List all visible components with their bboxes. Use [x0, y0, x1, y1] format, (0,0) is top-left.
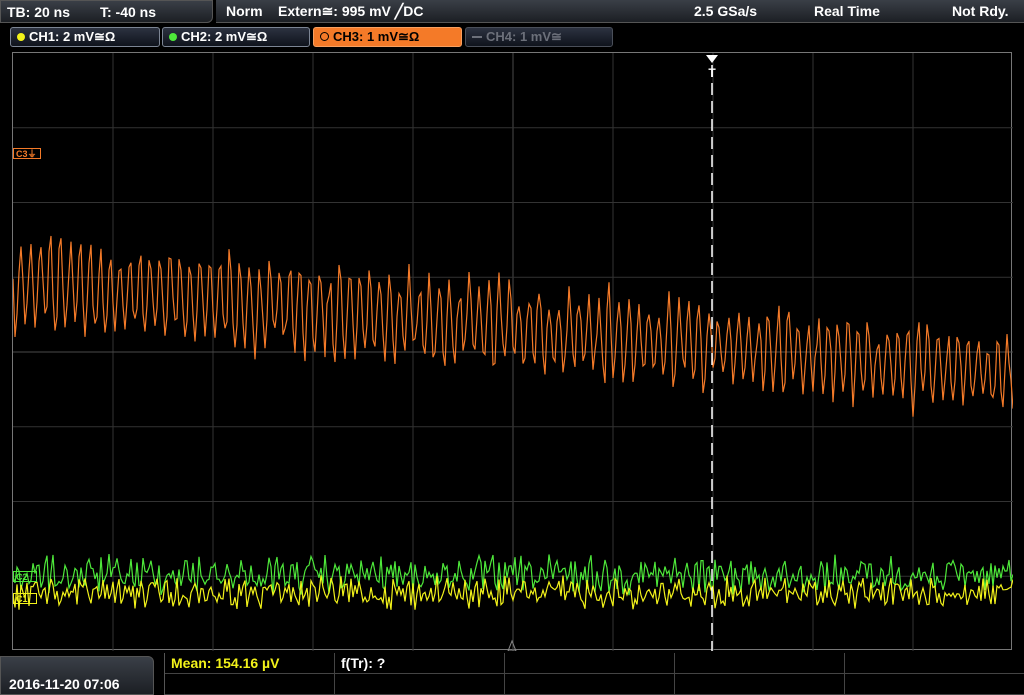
trigger-mode: Norm — [226, 3, 263, 19]
ch4-off-icon — [472, 36, 482, 38]
ch3-offset-marker[interactable]: C3⏚ — [13, 148, 41, 159]
ch1-marker-text: C1 — [16, 594, 28, 604]
trigger-label: T — [708, 66, 716, 80]
trigger-source: Extern≅: 995 mV ╱DC — [278, 3, 424, 19]
measurement-slot[interactable] — [675, 653, 845, 674]
ch2-offset-marker[interactable]: C2 — [13, 571, 37, 582]
channel-tab-ch1[interactable]: CH1: 2 mV≅Ω — [10, 27, 160, 47]
trigger-marker-icon[interactable] — [706, 55, 718, 63]
ch3-marker-text: C3 — [16, 149, 28, 159]
measurement-slot[interactable] — [845, 653, 1024, 674]
measurement-slot[interactable] — [675, 674, 845, 695]
datetime-panel: 2016-11-20 07:06 — [0, 656, 154, 695]
acquisition-mode: Real Time — [814, 3, 880, 19]
sample-rate: 2.5 GSa/s — [694, 3, 758, 19]
datetime: 2016-11-20 07:06 — [9, 676, 120, 692]
ch2-marker-text: C2 — [16, 572, 28, 582]
ch2-label: CH2: 2 mV≅Ω — [181, 29, 268, 44]
timebase-panel[interactable]: TB: 20 ns T: -40 ns — [0, 0, 213, 23]
time-reference-icon — [507, 639, 517, 651]
measurement-table[interactable]: Mean: 154.16 µV f(Tr): ? — [164, 653, 1024, 695]
top-bar: TB: 20 ns T: -40 ns Norm Extern≅: 995 mV… — [0, 0, 1024, 24]
measurement-slot[interactable] — [845, 674, 1024, 695]
run-status: Not Rdy. — [952, 3, 1009, 19]
measurement-slot[interactable] — [505, 653, 675, 674]
graticule — [13, 53, 1013, 651]
acquisition-status-bar[interactable]: Norm Extern≅: 995 mV ╱DC 2.5 GSa/s Real … — [216, 0, 1024, 23]
ch2-indicator-icon — [169, 33, 177, 41]
channel-tab-ch3[interactable]: CH3: 1 mV≅Ω — [313, 27, 462, 47]
ch4-label: CH4: 1 mV≅ — [486, 29, 562, 44]
ch1-indicator-icon — [17, 33, 25, 41]
measurement-slot[interactable] — [335, 674, 505, 695]
waveform-plot: T — [13, 53, 1013, 651]
ch3-label: CH3: 1 mV≅Ω — [333, 29, 420, 44]
measurement-slot[interactable] — [165, 674, 335, 695]
measurement-slot[interactable] — [505, 674, 675, 695]
timebase-value: TB: 20 ns — [7, 4, 71, 20]
channel-tabs: CH1: 2 mV≅Ω CH2: 2 mV≅Ω CH3: 1 mV≅Ω CH4:… — [0, 25, 1024, 49]
frequency-measurement[interactable]: f(Tr): ? — [335, 653, 505, 674]
trigger-position-value: T: -40 ns — [100, 4, 157, 20]
ch1-label: CH1: 2 mV≅Ω — [29, 29, 116, 44]
bottom-bar: 2016-11-20 07:06 Mean: 154.16 µV f(Tr): … — [0, 653, 1024, 695]
ch3-indicator-icon — [320, 32, 329, 41]
waveform-display[interactable]: T C3⏚ C2 C1 — [12, 52, 1013, 651]
mean-measurement[interactable]: Mean: 154.16 µV — [165, 653, 335, 674]
channel-tab-ch4[interactable]: CH4: 1 mV≅ — [465, 27, 613, 47]
ch1-offset-marker[interactable]: C1 — [13, 593, 37, 604]
channel-tab-ch2[interactable]: CH2: 2 mV≅Ω — [162, 27, 310, 47]
